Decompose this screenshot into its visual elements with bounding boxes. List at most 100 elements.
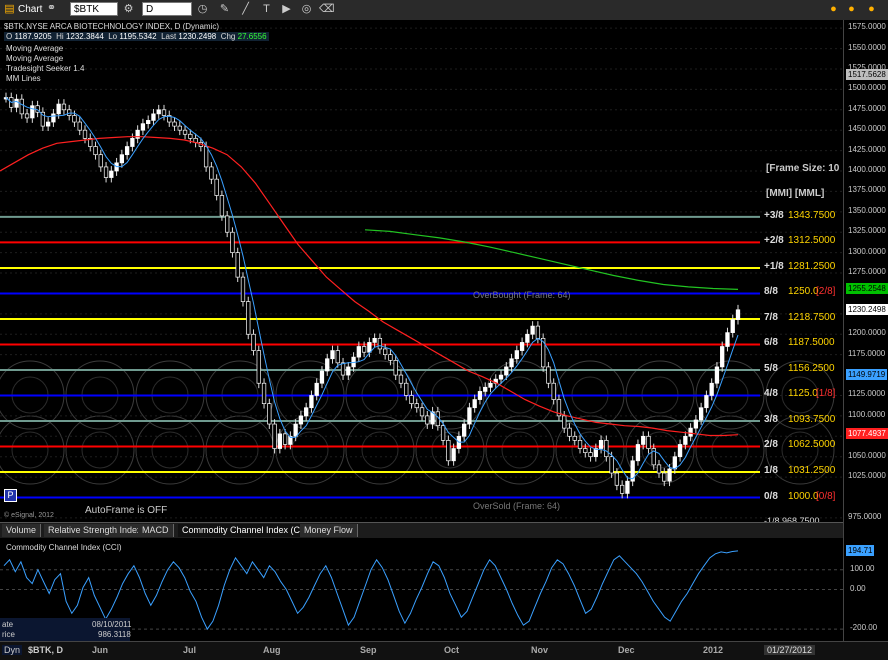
bg-circle (11, 431, 49, 469)
candle-body (330, 350, 335, 360)
price-tick-label: 1550.0000 (848, 42, 886, 52)
symbol-footer: $BTK, D (28, 645, 64, 655)
clock-icon[interactable]: ◷ (195, 2, 210, 17)
candle-body (604, 440, 609, 458)
play-icon[interactable]: ▶ (279, 2, 294, 17)
gear-icon[interactable]: ⚙ (121, 2, 136, 17)
price-tick-label: 1050.0000 (848, 450, 886, 460)
candle-body (698, 407, 704, 421)
candle-body (398, 374, 404, 384)
candle-body (261, 382, 267, 404)
close-icon[interactable]: ● (864, 2, 879, 17)
tab-rsi[interactable]: Relative Strength Index (44, 524, 147, 537)
candle-body (203, 146, 209, 168)
price-tick-label: 1475.0000 (848, 103, 886, 113)
candle-body (562, 415, 567, 429)
interval-input[interactable]: D (142, 2, 192, 16)
candle-body (519, 342, 525, 351)
ma-green-line (364, 229, 739, 290)
bg-circle (291, 431, 329, 469)
candle-body (451, 448, 456, 462)
chart-title-label: Chart (18, 4, 43, 15)
p-badge[interactable]: P (4, 489, 17, 502)
price-tick-label: 1200.0000 (848, 328, 886, 338)
readout-price-key: rice (2, 630, 15, 639)
candle-body (182, 129, 188, 135)
candle-body (614, 472, 620, 486)
cci-axis[interactable]: 100.00 0.00 -200.00 194.71 (843, 522, 888, 641)
candle-body (419, 407, 425, 417)
mm-fraction-label: 2/8 (764, 439, 778, 451)
mm-value-label: 1000.0 (788, 490, 819, 502)
price-tick-label: 1425.0000 (848, 144, 886, 154)
candle-body (609, 456, 614, 474)
cci-tick-label: -200.00 (850, 623, 878, 633)
target-icon[interactable]: ◎ (299, 2, 314, 17)
tab-money-flow[interactable]: Money Flow (300, 524, 358, 537)
candle-body (704, 395, 709, 409)
tab-cci[interactable]: Commodity Channel Index (CCI) (178, 524, 318, 537)
candle-body (361, 346, 367, 353)
price-chart[interactable]: $BTK,NYSE ARCA BIOTECHNOLOGY INDEX, D (D… (0, 20, 843, 526)
candle-body (662, 472, 667, 482)
minimize-icon[interactable]: ● (826, 2, 841, 17)
candle-body (72, 115, 77, 123)
mm-value-label: 1312.5000 (788, 235, 836, 247)
eraser-icon[interactable]: ⌫ (319, 2, 335, 17)
cci-panel[interactable]: Commodity Channel Index (CCI) ate 08/10/… (0, 538, 843, 641)
candle-body (725, 332, 730, 347)
candle-body (225, 215, 230, 233)
symbol-input[interactable]: $BTK (70, 2, 118, 16)
candle-body (19, 98, 24, 115)
candle-body (588, 452, 593, 458)
candle-body (24, 113, 30, 119)
cci-last-label: 194.71 (846, 544, 875, 556)
candle-body (51, 113, 56, 123)
link-icon[interactable]: ⚭ (44, 1, 59, 16)
overbought-label: OverBought (Frame: 64) (473, 290, 571, 300)
candle-body (61, 103, 67, 111)
candle-body (551, 382, 556, 400)
price-highlight-label: 1149.9719 (846, 369, 888, 381)
candle-body (45, 121, 51, 127)
candle-body (572, 435, 577, 441)
candle-body (82, 129, 88, 139)
tab-macd[interactable]: MACD (138, 524, 174, 537)
mm-fraction-label: 6/8 (764, 337, 778, 349)
price-highlight-label: 1077.4937 (846, 428, 888, 440)
date-label-nov: Nov (531, 645, 549, 655)
price-tick-label: 1125.0000 (848, 389, 886, 399)
text-icon[interactable]: T (259, 2, 274, 17)
candle-body (256, 350, 261, 384)
price-axis[interactable]: 1575.0000 1550.0000 1525.0000 1500.0000 1475… (843, 20, 888, 522)
date-axis[interactable]: Dyn $BTK, D Jun Jul Aug Sep Oct Nov Dec … (0, 641, 888, 660)
candle-body (340, 362, 346, 376)
candle-body (372, 337, 377, 343)
mm-fraction-label: 3/8 (764, 413, 778, 425)
candle-body (209, 166, 214, 180)
line-icon[interactable]: ╱ (238, 2, 253, 17)
bg-circle (221, 431, 259, 469)
candle-body (730, 319, 735, 333)
candle-body (346, 366, 351, 376)
candle-body (267, 403, 272, 425)
tab-volume[interactable]: Volume (2, 524, 42, 537)
candle-body (483, 386, 488, 392)
study-tabbar: Volume Relative Strength Index MACD Comm… (0, 522, 843, 539)
date-label-jul: Jul (183, 645, 197, 655)
autoframe-label: AutoFrame is OFF (85, 505, 168, 516)
price-tick-label: 975.0000 (848, 511, 882, 521)
date-label-aug: Aug (263, 645, 281, 655)
mmi-header: [MMI] [MML] (766, 188, 825, 199)
candle-body (56, 103, 61, 115)
candle-body (409, 395, 414, 404)
mm-value-label: 1343.7500 (788, 209, 836, 221)
bg-circle (501, 431, 539, 469)
candle-body (646, 435, 651, 449)
bg-circle (275, 415, 345, 485)
maximize-icon[interactable]: ● (844, 2, 859, 17)
pencil-icon[interactable]: ✎ (217, 2, 232, 17)
candle-body (404, 382, 409, 396)
candle-body (509, 358, 514, 368)
mm-fraction-label: +1/8 (764, 260, 784, 272)
